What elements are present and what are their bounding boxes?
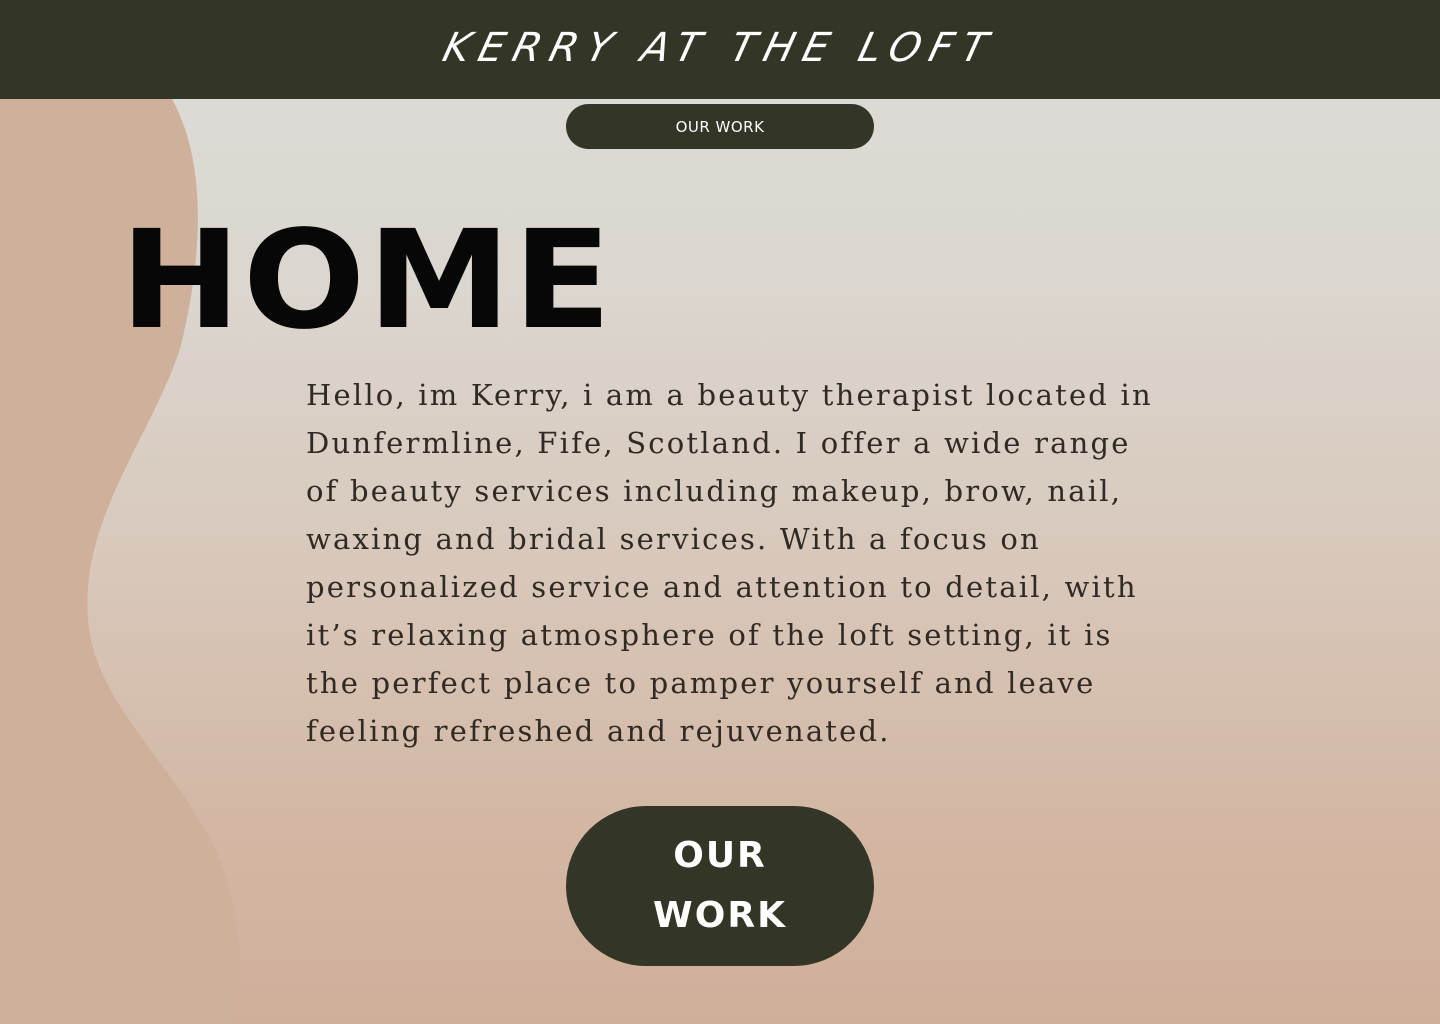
brand-logo-text[interactable]: KERRY AT THE LOFT bbox=[439, 25, 1002, 71]
intro-paragraph: Hello, im Kerry, i am a beauty therapist… bbox=[306, 378, 1153, 748]
nav-our-work-button[interactable]: OUR WORK bbox=[566, 104, 874, 149]
our-work-cta-button[interactable]: OUR WORK bbox=[566, 806, 874, 966]
page-title: HOME bbox=[120, 202, 614, 360]
top-header-bar: KERRY AT THE LOFT bbox=[0, 0, 1440, 99]
our-work-cta-label: OUR WORK bbox=[653, 835, 787, 936]
